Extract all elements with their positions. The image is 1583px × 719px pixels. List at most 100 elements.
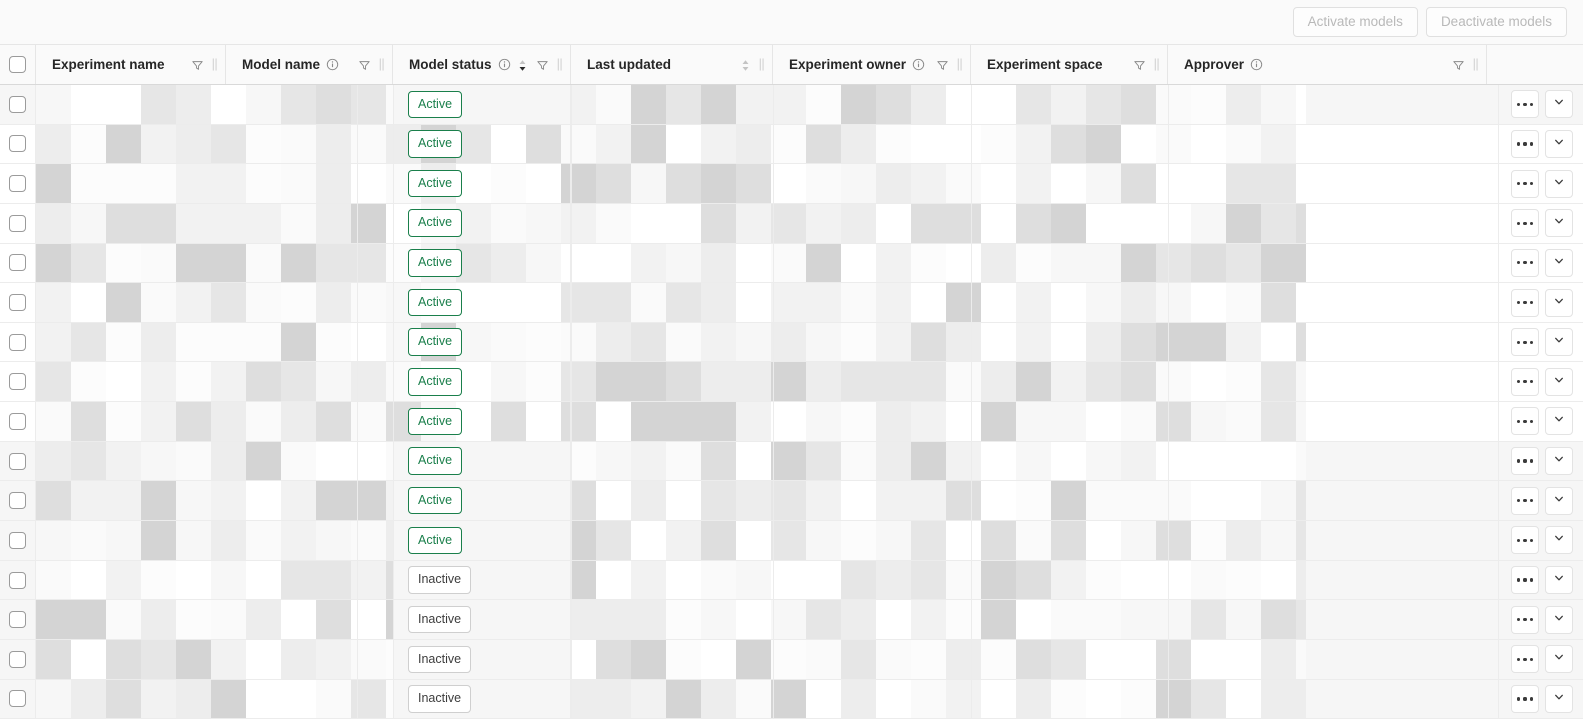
row-checkbox[interactable]	[9, 492, 26, 510]
table-row[interactable]: Active	[0, 481, 1583, 522]
table-row[interactable]: Active	[0, 441, 1583, 482]
row-checkbox[interactable]	[9, 135, 26, 153]
expand-row-button[interactable]	[1545, 526, 1573, 555]
sort-icon[interactable]	[741, 58, 750, 72]
column-resize-handle[interactable]	[1154, 58, 1160, 71]
row-select-cell[interactable]	[0, 679, 36, 719]
row-select-cell[interactable]	[0, 362, 36, 402]
column-resize-handle[interactable]	[212, 58, 218, 71]
column-header-model-name[interactable]: Model name	[226, 45, 393, 84]
expand-row-button[interactable]	[1545, 407, 1573, 436]
column-resize-handle[interactable]	[1473, 58, 1479, 71]
more-actions-button[interactable]	[1511, 129, 1539, 158]
table-row[interactable]: Active	[0, 124, 1583, 165]
info-icon[interactable]	[1250, 58, 1263, 71]
filter-icon[interactable]	[536, 59, 548, 71]
row-select-cell[interactable]	[0, 203, 36, 243]
column-resize-handle[interactable]	[759, 58, 765, 71]
row-checkbox[interactable]	[9, 95, 26, 113]
table-row[interactable]: Inactive	[0, 600, 1583, 640]
info-icon[interactable]	[326, 58, 339, 71]
table-row[interactable]: Active	[0, 243, 1583, 284]
more-actions-button[interactable]	[1511, 288, 1539, 317]
expand-row-button[interactable]	[1545, 90, 1573, 119]
deactivate-models-button[interactable]: Deactivate models	[1425, 7, 1567, 37]
expand-row-button[interactable]	[1545, 328, 1573, 357]
column-header-experiment-owner[interactable]: Experiment owner	[773, 45, 971, 84]
more-actions-button[interactable]	[1511, 209, 1539, 238]
row-checkbox[interactable]	[9, 175, 26, 193]
column-header-approver[interactable]: Approver	[1168, 45, 1487, 84]
row-checkbox[interactable]	[9, 650, 26, 668]
more-actions-button[interactable]	[1511, 248, 1539, 277]
row-select-cell[interactable]	[0, 164, 36, 203]
row-select-cell[interactable]	[0, 283, 36, 322]
row-select-cell[interactable]	[0, 600, 36, 639]
row-select-cell[interactable]	[0, 402, 36, 441]
row-select-cell[interactable]	[0, 481, 36, 521]
table-row[interactable]: Active	[0, 283, 1583, 323]
table-row[interactable]: Active	[0, 402, 1583, 442]
more-actions-button[interactable]	[1511, 566, 1539, 594]
more-actions-button[interactable]	[1511, 684, 1539, 713]
expand-row-button[interactable]	[1545, 605, 1573, 634]
expand-row-button[interactable]	[1545, 684, 1573, 713]
column-resize-handle[interactable]	[957, 58, 963, 71]
select-all-cell[interactable]	[0, 45, 36, 84]
more-actions-button[interactable]	[1511, 407, 1539, 436]
table-row[interactable]: Inactive	[0, 639, 1583, 680]
row-checkbox[interactable]	[9, 452, 26, 470]
expand-row-button[interactable]	[1545, 367, 1573, 396]
expand-row-button[interactable]	[1545, 447, 1573, 476]
filter-icon[interactable]	[1133, 59, 1145, 71]
row-checkbox[interactable]	[9, 571, 26, 589]
row-checkbox[interactable]	[9, 412, 26, 430]
row-select-cell[interactable]	[0, 85, 36, 124]
row-checkbox[interactable]	[9, 531, 26, 549]
expand-row-button[interactable]	[1545, 209, 1573, 238]
row-checkbox[interactable]	[9, 214, 26, 232]
more-actions-button[interactable]	[1511, 605, 1539, 634]
filter-icon[interactable]	[358, 59, 370, 71]
more-actions-button[interactable]	[1511, 645, 1539, 674]
row-checkbox[interactable]	[9, 690, 26, 708]
column-header-last-updated[interactable]: Last updated	[571, 45, 773, 84]
expand-row-button[interactable]	[1545, 248, 1573, 277]
filter-icon[interactable]	[191, 59, 203, 71]
expand-row-button[interactable]	[1545, 486, 1573, 515]
more-actions-button[interactable]	[1511, 486, 1539, 515]
row-select-cell[interactable]	[0, 441, 36, 481]
row-select-cell[interactable]	[0, 124, 36, 164]
table-row[interactable]: Active	[0, 85, 1583, 125]
column-header-model-status[interactable]: Model status	[393, 45, 571, 84]
more-actions-button[interactable]	[1511, 169, 1539, 198]
more-actions-button[interactable]	[1511, 526, 1539, 555]
row-select-cell[interactable]	[0, 322, 36, 362]
activate-models-button[interactable]: Activate models	[1292, 7, 1418, 37]
column-header-experiment-name[interactable]: Experiment name	[36, 45, 226, 84]
filter-icon[interactable]	[1452, 59, 1464, 71]
table-row[interactable]: Inactive	[0, 560, 1583, 601]
table-row[interactable]: Active	[0, 362, 1583, 403]
more-actions-button[interactable]	[1511, 447, 1539, 476]
column-header-experiment-space[interactable]: Experiment space	[971, 45, 1168, 84]
row-select-cell[interactable]	[0, 639, 36, 679]
info-icon[interactable]	[498, 58, 511, 71]
table-row[interactable]: Inactive	[0, 679, 1583, 719]
filter-icon[interactable]	[936, 59, 948, 71]
table-row[interactable]: Active	[0, 203, 1583, 244]
sort-icon[interactable]	[518, 58, 527, 72]
more-actions-button[interactable]	[1511, 367, 1539, 396]
expand-row-button[interactable]	[1545, 129, 1573, 158]
table-row[interactable]: Active	[0, 521, 1583, 561]
row-checkbox[interactable]	[9, 254, 26, 272]
table-row[interactable]: Active	[0, 164, 1583, 204]
row-checkbox[interactable]	[9, 611, 26, 629]
expand-row-button[interactable]	[1545, 645, 1573, 674]
column-resize-handle[interactable]	[379, 58, 385, 71]
column-resize-handle[interactable]	[557, 58, 563, 71]
expand-row-button[interactable]	[1545, 169, 1573, 198]
select-all-checkbox[interactable]	[9, 56, 26, 73]
more-actions-button[interactable]	[1511, 328, 1539, 357]
table-row[interactable]: Active	[0, 322, 1583, 363]
